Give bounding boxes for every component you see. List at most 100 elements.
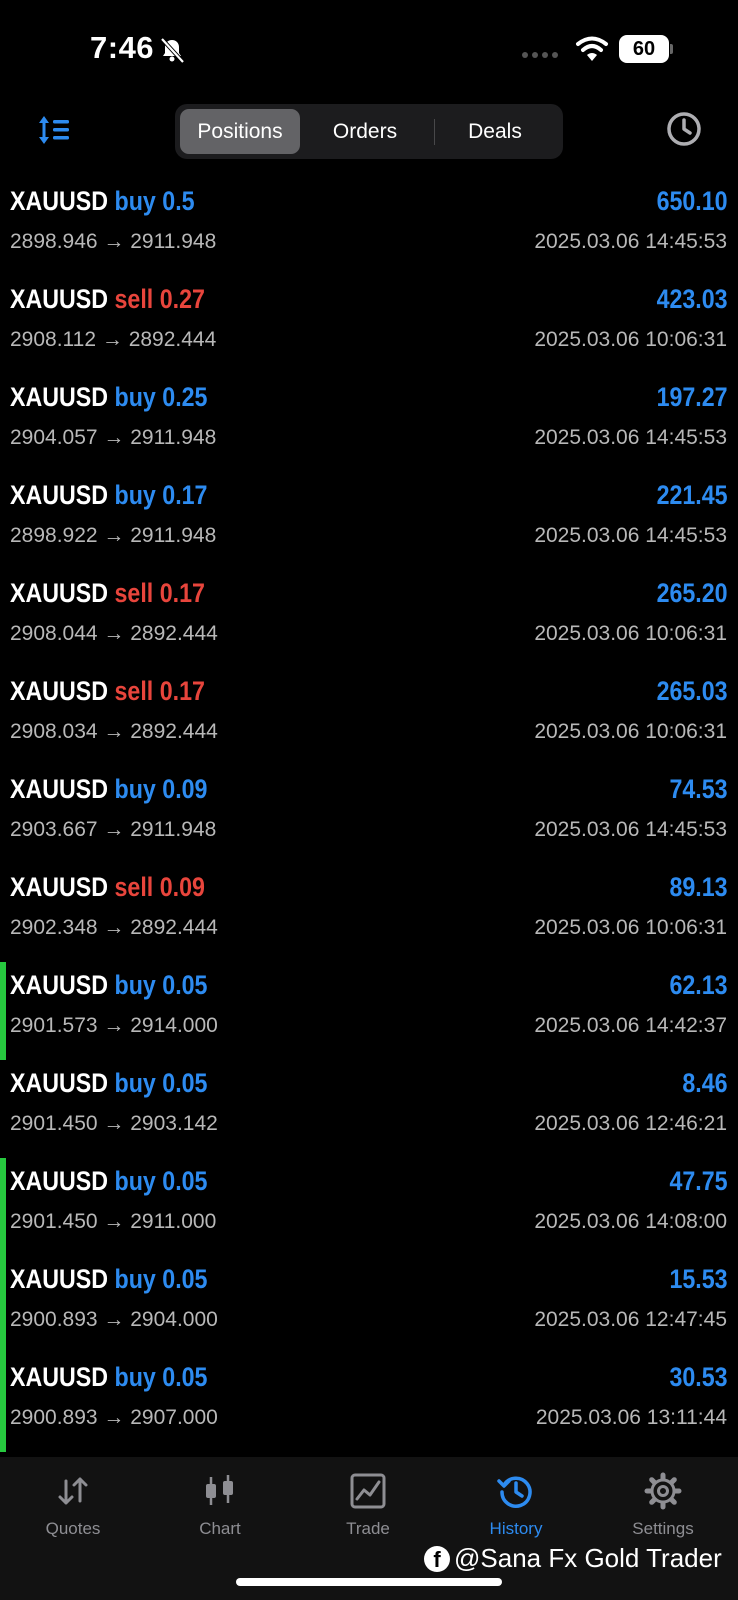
- tab-positions[interactable]: Positions: [180, 109, 300, 154]
- deal-profit: 47.75: [669, 1166, 728, 1196]
- tab-deals[interactable]: Deals: [435, 109, 555, 154]
- deal-time: 2025.03.06 14:45:53: [534, 524, 727, 547]
- deal-profit: 15.53: [669, 1264, 728, 1294]
- deal-title: XAUUSD sell 0.27: [10, 284, 205, 315]
- deal-row[interactable]: XAUUSD buy 0.25 2904.057 → 2911.948 197.27…: [0, 374, 738, 472]
- deal-symbol: XAUUSD: [10, 480, 109, 510]
- deal-symbol: XAUUSD: [10, 1068, 109, 1098]
- deal-symbol: XAUUSD: [10, 186, 109, 216]
- deal-prices: 2904.057 → 2911.948: [10, 426, 217, 449]
- bell-muted-icon: [160, 37, 185, 64]
- sort-icon[interactable]: [36, 112, 72, 148]
- wifi-icon: [576, 36, 608, 61]
- deal-time: 2025.03.06 10:06:31: [534, 720, 727, 743]
- deal-row[interactable]: XAUUSD buy 0.09 2903.667 → 2911.948 74.53 2…: [0, 766, 738, 864]
- tab-label: Chart: [199, 1519, 241, 1538]
- tab-label: Trade: [346, 1519, 390, 1538]
- toolbar: Positions Orders Deals: [0, 100, 738, 162]
- deal-row[interactable]: XAUUSD buy 0.5 2898.946 → 2911.948 650.10 2…: [0, 178, 738, 276]
- deal-side: sell: [114, 872, 154, 902]
- deal-row[interactable]: XAUUSD sell 0.27 2908.112 → 2892.444 423.0…: [0, 276, 738, 374]
- deal-symbol: XAUUSD: [10, 284, 109, 314]
- deal-symbol: XAUUSD: [10, 382, 109, 412]
- clock-icon[interactable]: [665, 110, 703, 148]
- deal-title: XAUUSD sell 0.17: [10, 578, 205, 609]
- deal-row[interactable]: XAUUSD buy 0.05 2901.573 → 2914.000 62.13 2…: [0, 962, 738, 1060]
- deal-title: XAUUSD buy 0.05: [10, 1362, 207, 1393]
- deal-profit: 30.53: [669, 1362, 728, 1392]
- deals-list: XAUUSD buy 0.5 2898.946 → 2911.948 650.10 2…: [0, 178, 738, 1452]
- deal-side: sell: [114, 284, 154, 314]
- facebook-icon: f: [424, 1545, 450, 1572]
- deal-side: buy: [114, 1166, 156, 1196]
- tab-chart[interactable]: Chart: [160, 1471, 280, 1539]
- deal-symbol: XAUUSD: [10, 1362, 109, 1392]
- deal-time: 2025.03.06 13:11:44: [535, 1406, 727, 1429]
- deal-symbol: XAUUSD: [10, 1264, 109, 1294]
- row-marker: [0, 1158, 6, 1256]
- deal-profit: 8.46: [682, 1068, 728, 1098]
- gear-icon: [644, 1472, 682, 1510]
- deal-prices: 2898.922 → 2911.948: [10, 524, 217, 547]
- deal-time: 2025.03.06 14:42:37: [534, 1014, 727, 1037]
- segmented-control: Positions Orders Deals: [175, 104, 563, 159]
- watermark-text: @Sana Fx Gold Trader: [454, 1543, 722, 1573]
- deal-time: 2025.03.06 12:46:21: [534, 1112, 727, 1135]
- deal-side: buy: [114, 1362, 156, 1392]
- deal-prices: 2908.112 → 2892.444: [10, 328, 217, 351]
- deal-profit: 221.45: [656, 480, 728, 510]
- deal-profit: 74.53: [669, 774, 728, 804]
- history-clock-icon: [497, 1476, 532, 1508]
- deal-volume: 0.17: [159, 676, 205, 706]
- battery-indicator: 60: [619, 35, 673, 63]
- deal-row[interactable]: XAUUSD buy 0.17 2898.922 → 2911.948 221.45…: [0, 472, 738, 570]
- deal-profit: 265.03: [656, 676, 728, 706]
- deal-title: XAUUSD buy 0.09: [10, 774, 207, 805]
- tab-quotes[interactable]: Quotes: [13, 1471, 133, 1539]
- home-indicator[interactable]: [236, 1578, 502, 1586]
- deal-row[interactable]: XAUUSD buy 0.05 2900.893 → 2907.000 30.53 2…: [0, 1354, 738, 1452]
- deal-title: XAUUSD buy 0.05: [10, 1166, 207, 1197]
- tab-trade[interactable]: Trade: [308, 1471, 428, 1539]
- deal-row[interactable]: XAUUSD buy 0.05 2901.450 → 2911.000 47.75 2…: [0, 1158, 738, 1256]
- tab-history[interactable]: History: [456, 1471, 576, 1539]
- deal-row[interactable]: XAUUSD buy 0.05 2900.893 → 2904.000 15.53 2…: [0, 1256, 738, 1354]
- deal-time: 2025.03.06 10:06:31: [534, 916, 727, 939]
- deal-volume: 0.05: [162, 1166, 208, 1196]
- deal-title: XAUUSD buy 0.05: [10, 1264, 207, 1295]
- tab-label: Settings: [632, 1519, 694, 1538]
- deal-volume: 0.17: [162, 480, 208, 510]
- deal-title: XAUUSD buy 0.5: [10, 186, 195, 217]
- deal-volume: 0.09: [162, 774, 208, 804]
- deal-time: 2025.03.06 10:06:31: [534, 328, 727, 351]
- deal-row[interactable]: XAUUSD sell 0.17 2908.034 → 2892.444 265.0…: [0, 668, 738, 766]
- deal-title: XAUUSD sell 0.17: [10, 676, 205, 707]
- deal-prices: 2901.450 → 2911.000: [10, 1210, 217, 1233]
- candlestick-icon: [206, 1475, 233, 1505]
- deal-profit: 265.20: [656, 578, 728, 608]
- deal-profit: 423.03: [656, 284, 728, 314]
- deal-row[interactable]: XAUUSD buy 0.05 2901.450 → 2903.142 8.46 20…: [0, 1060, 738, 1158]
- deal-prices: 2900.893 → 2907.000: [10, 1406, 218, 1429]
- status-time: 7:46: [90, 30, 155, 65]
- deal-symbol: XAUUSD: [10, 774, 109, 804]
- deal-prices: 2908.044 → 2892.444: [10, 622, 218, 645]
- deal-title: XAUUSD buy 0.05: [10, 970, 207, 1001]
- deal-prices: 2901.450 → 2903.142: [10, 1112, 218, 1135]
- tab-orders[interactable]: Orders: [305, 109, 425, 154]
- deal-row[interactable]: XAUUSD sell 0.09 2902.348 → 2892.444 89.13…: [0, 864, 738, 962]
- deal-prices: 2902.348 → 2892.444: [10, 916, 218, 939]
- deal-title: XAUUSD buy 0.17: [10, 480, 207, 511]
- battery-level: 60: [619, 35, 669, 63]
- deal-side: buy: [114, 970, 156, 1000]
- deal-row[interactable]: XAUUSD sell 0.17 2908.044 → 2892.444 265.2…: [0, 570, 738, 668]
- deal-time: 2025.03.06 14:45:53: [534, 818, 727, 841]
- watermark: f @Sana Fx Gold Trader: [424, 1543, 722, 1574]
- deal-time: 2025.03.06 12:47:45: [534, 1308, 727, 1331]
- deal-profit: 197.27: [656, 382, 728, 412]
- tab-settings[interactable]: Settings: [603, 1471, 723, 1539]
- row-marker: [0, 1354, 6, 1452]
- row-marker: [0, 962, 6, 1060]
- deal-profit: 62.13: [669, 970, 728, 1000]
- tab-label: History: [489, 1519, 543, 1538]
